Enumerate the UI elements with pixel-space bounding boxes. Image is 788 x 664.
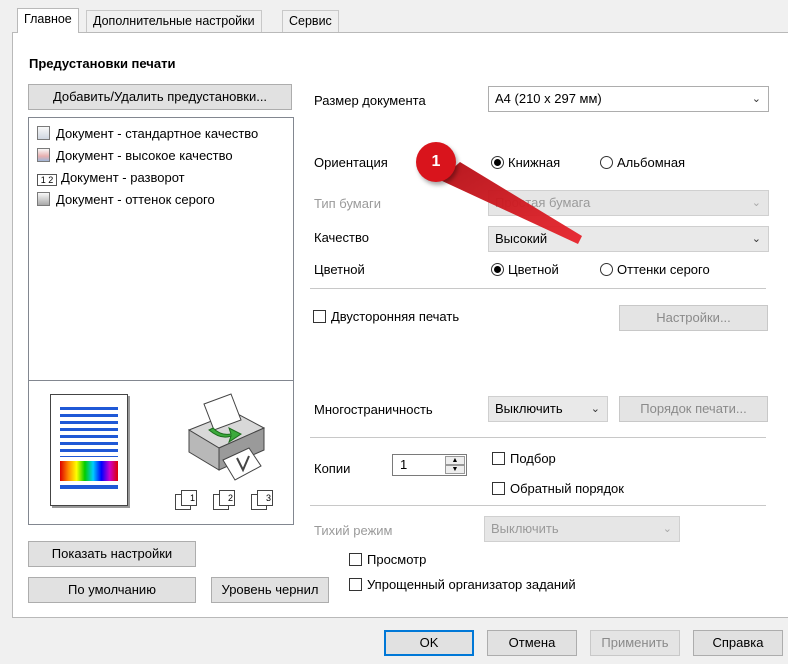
two-page-icon: 1 2 (37, 174, 57, 186)
color-label: Цветной (314, 262, 365, 277)
list-item[interactable]: Документ - стандартное качество (37, 124, 258, 144)
tab-service[interactable]: Сервис (282, 10, 339, 32)
copies-icon-1: 1 (175, 490, 203, 510)
landscape-label: Альбомная (617, 155, 686, 170)
multipage-select[interactable]: Выключить ⌄ (488, 396, 608, 422)
chevron-down-icon: ⌄ (751, 93, 761, 105)
separator (310, 505, 766, 506)
apply-button[interactable]: Применить (590, 630, 680, 656)
quiet-mode-select[interactable]: Выключить ⌄ (484, 516, 680, 542)
duplex-checkbox[interactable] (313, 310, 326, 323)
collate-checkbox[interactable] (492, 452, 505, 465)
cancel-button[interactable]: Отмена (487, 630, 577, 656)
preview-label: Просмотр (367, 552, 427, 567)
preview-checkbox[interactable] (349, 553, 362, 566)
copies-label: Копии (314, 461, 351, 476)
print-order-button[interactable]: Порядок печати... (619, 396, 768, 422)
paper-type-label: Тип бумаги (314, 196, 381, 211)
spin-up-button[interactable]: ▲ (445, 456, 465, 465)
ink-level-button[interactable]: Уровень чернил (211, 577, 329, 603)
copies-icon-3: 3 (251, 490, 279, 510)
spin-down-button[interactable]: ▼ (445, 465, 465, 474)
color-color-label: Цветной (508, 262, 559, 277)
quiet-mode-label: Тихий режим (314, 523, 393, 538)
page-preview (50, 394, 128, 506)
presets-title: Предустановки печати (29, 56, 176, 71)
tab-main[interactable]: Главное (17, 8, 79, 33)
show-settings-button[interactable]: Показать настройки (28, 541, 196, 567)
presets-list[interactable]: Документ - стандартное качество Документ… (28, 117, 294, 525)
copies-icon-2: 2 (213, 490, 241, 510)
ok-button[interactable]: OK (384, 630, 474, 656)
collate-label: Подбор (510, 451, 556, 466)
job-arranger-label: Упрощенный организатор заданий (367, 577, 576, 592)
copies-spinner[interactable]: 1 ▲ ▼ (392, 454, 467, 476)
grayscale-document-icon (37, 192, 50, 206)
annotation-badge: 1 (416, 142, 456, 182)
separator (310, 437, 766, 438)
printer-icon (187, 393, 266, 481)
list-item[interactable]: Документ - высокое качество (37, 146, 233, 166)
reverse-order-checkbox[interactable] (492, 482, 505, 495)
reverse-order-label: Обратный порядок (510, 481, 624, 496)
grayscale-radio[interactable] (600, 263, 613, 276)
chevron-down-icon: ⌄ (751, 233, 761, 245)
doc-size-select[interactable]: A4 (210 x 297 мм) ⌄ (488, 86, 769, 112)
landscape-radio[interactable] (600, 156, 613, 169)
grayscale-label: Оттенки серого (617, 262, 710, 277)
copies-input[interactable]: 1 (400, 457, 407, 472)
duplex-label: Двусторонняя печать (331, 309, 460, 324)
preview-divider (29, 380, 293, 381)
list-item[interactable]: 1 2 Документ - разворот (37, 168, 185, 188)
doc-size-label: Размер документа (314, 93, 426, 108)
add-remove-presets-button[interactable]: Добавить/Удалить предустановки... (28, 84, 292, 110)
chevron-down-icon: ⌄ (662, 523, 672, 535)
chevron-down-icon: ⌄ (751, 197, 761, 209)
quality-label: Качество (314, 230, 369, 245)
document-photo-icon (37, 148, 50, 162)
duplex-settings-button[interactable]: Настройки... (619, 305, 768, 331)
job-arranger-checkbox[interactable] (349, 578, 362, 591)
list-item[interactable]: Документ - оттенок серого (37, 190, 215, 210)
separator (310, 288, 766, 289)
defaults-button[interactable]: По умолчанию (28, 577, 196, 603)
tab-advanced[interactable]: Дополнительные настройки (86, 10, 262, 32)
multipage-label: Многостраничность (314, 402, 433, 417)
document-icon (37, 126, 50, 140)
chevron-down-icon: ⌄ (590, 403, 600, 415)
orientation-label: Ориентация (314, 155, 388, 170)
help-button[interactable]: Справка (693, 630, 783, 656)
color-radio[interactable] (491, 263, 504, 276)
